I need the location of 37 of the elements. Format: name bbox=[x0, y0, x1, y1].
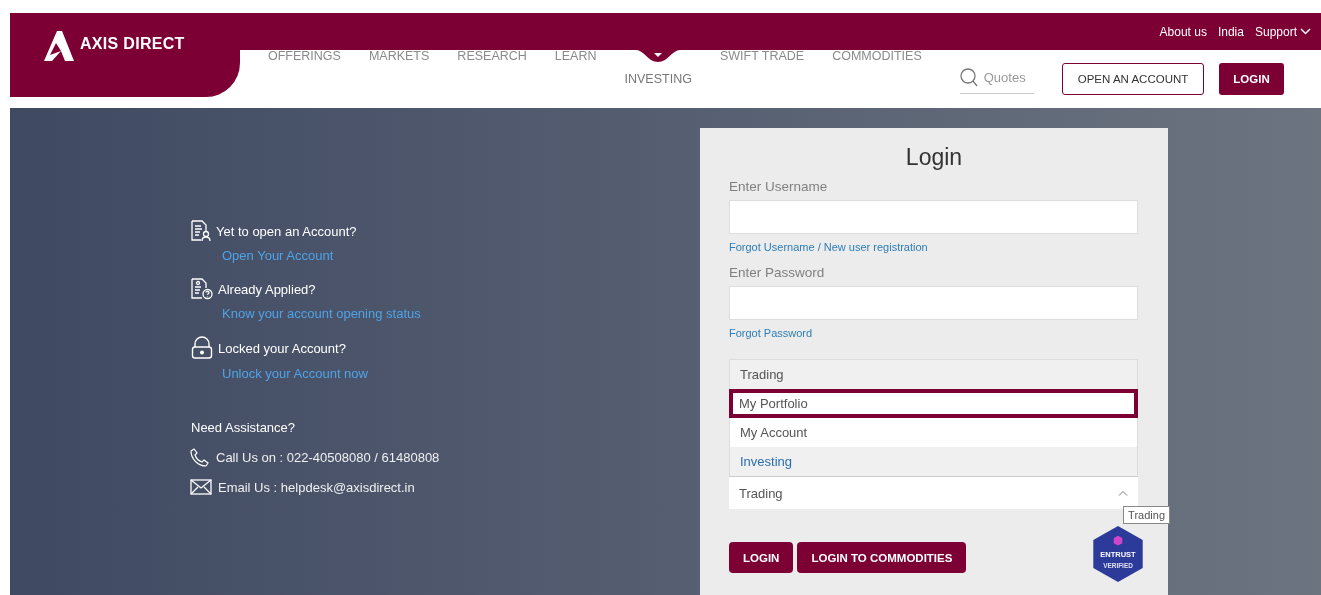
login-button[interactable]: LOGIN bbox=[1219, 63, 1284, 95]
nav-item[interactable]: INVESTING bbox=[624, 50, 692, 108]
top-link[interactable]: India bbox=[1217, 24, 1244, 39]
help-link[interactable]: Unlock your Account now bbox=[222, 366, 368, 381]
help-link[interactable]: Know your account opening status bbox=[222, 306, 421, 321]
top-link[interactable]: Support bbox=[1254, 24, 1311, 39]
dropdown-option[interactable]: My Portfolio bbox=[729, 389, 1138, 418]
nav-item[interactable]: COMMODITIES bbox=[832, 50, 922, 108]
nav-item[interactable]: RESEARCH bbox=[457, 50, 527, 108]
tooltip: Trading bbox=[1123, 506, 1170, 524]
open-account-button[interactable]: OPEN AN ACCOUNT bbox=[1061, 63, 1205, 95]
username-label: Enter Username bbox=[729, 179, 829, 194]
forgot-password-link[interactable]: Forgot Password bbox=[729, 327, 813, 339]
assistance-title: Need Assistance? bbox=[191, 420, 297, 435]
login-submit-button[interactable]: LOGIN TO COMMODITIES bbox=[797, 542, 967, 573]
help-title: Locked your Account? bbox=[218, 340, 346, 356]
nav-item[interactable]: SWIFT TRADE bbox=[719, 50, 805, 108]
group-label[interactable]: Trading bbox=[730, 360, 1137, 389]
login-submit-button[interactable]: LOGIN bbox=[729, 542, 794, 573]
nav-item[interactable]: LEARN bbox=[554, 50, 597, 108]
dropdown-option[interactable]: My Account bbox=[730, 418, 1137, 447]
contact-text: Call Us on : 022-40508080 / 61480808 bbox=[216, 449, 440, 465]
contact-text: Email Us : helpdesk@axisdirect.in bbox=[218, 479, 415, 495]
help-link[interactable]: Open Your Account bbox=[222, 248, 334, 263]
login-title: Login bbox=[904, 144, 964, 171]
nav-item[interactable]: MARKETS bbox=[368, 50, 430, 108]
logo-panel[interactable]: AXIS DIRECT bbox=[10, 13, 240, 97]
new-user-link[interactable]: New user registration bbox=[823, 241, 928, 253]
separator-text: / bbox=[817, 241, 821, 253]
forgot-username-link[interactable]: Forgot Username bbox=[729, 241, 815, 253]
group-label[interactable]: Investing bbox=[730, 447, 1137, 476]
help-title: Already Applied? bbox=[218, 281, 316, 297]
top-link[interactable]: About us bbox=[1159, 24, 1207, 39]
help-title: Yet to open an Account? bbox=[216, 223, 357, 239]
password-label: Enter Password bbox=[729, 265, 826, 280]
nav-item[interactable]: OFFERINGS bbox=[268, 50, 341, 108]
logo-text: AXIS DIRECT bbox=[80, 35, 185, 53]
